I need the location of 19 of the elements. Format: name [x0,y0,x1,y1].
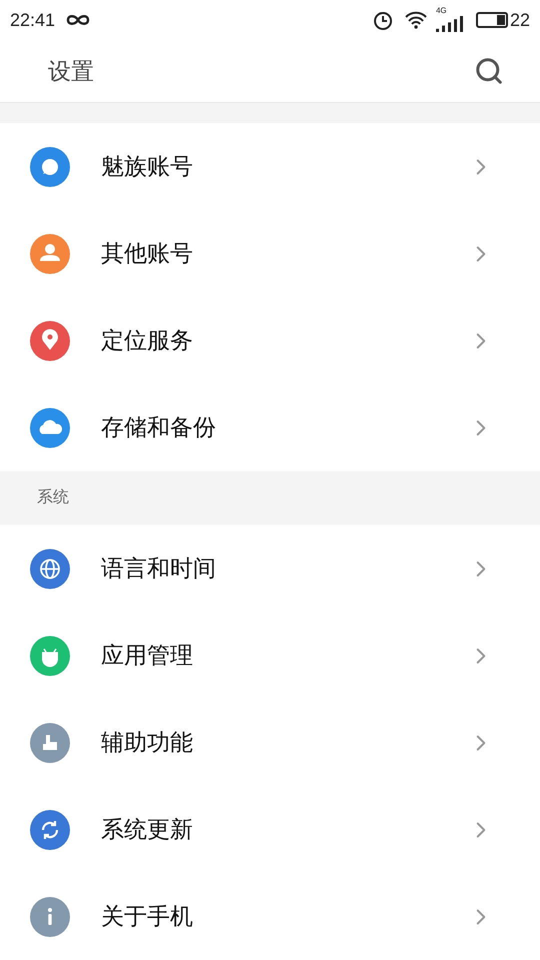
item-label: 系统更新 [101,815,194,844]
status-time: 22:41 [10,8,56,32]
battery-percent: 22 [510,8,530,32]
item-label: 其他账号 [101,239,194,268]
battery-icon [476,12,508,28]
item-label: 定位服务 [101,326,194,356]
item-label: 魅族账号 [101,152,194,182]
wifi-icon [404,10,428,30]
infinity-icon [65,13,92,27]
alarm-icon [372,9,394,31]
page-title: 设置 [48,56,95,86]
section-header: 系统 [37,488,69,508]
item-label: 辅助功能 [101,728,194,758]
network-type: 4G [436,7,447,15]
item-label: 存储和备份 [101,413,217,442]
signal-icon [436,16,464,32]
item-label: 应用管理 [101,641,194,670]
item-label: 关于手机 [101,902,194,932]
item-label: 语言和时间 [101,554,217,584]
